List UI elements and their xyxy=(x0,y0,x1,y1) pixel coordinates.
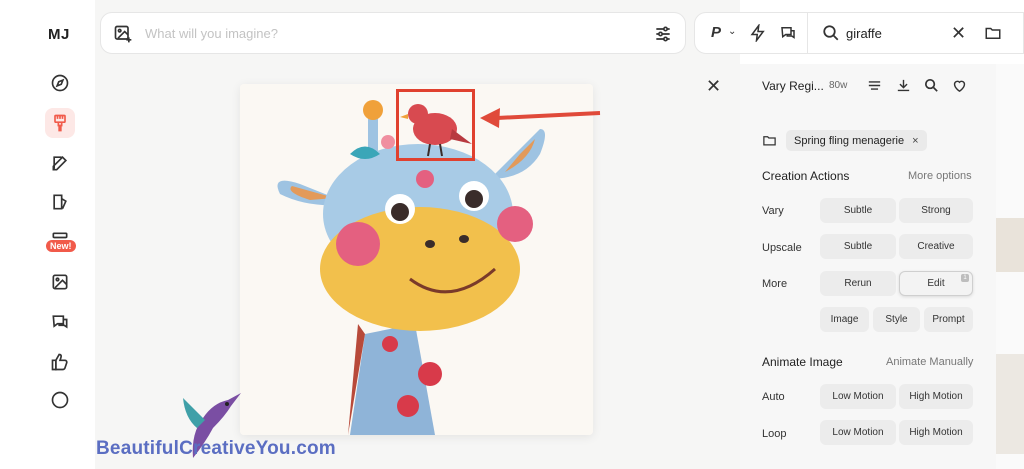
watermark-text: BeautifulCreativeYou.com xyxy=(96,438,336,459)
download-icon[interactable] xyxy=(895,77,912,94)
auto-high-motion-button[interactable]: High Motion xyxy=(899,384,973,409)
clear-search-icon[interactable]: ✕ xyxy=(951,23,966,44)
image-icon[interactable] xyxy=(48,270,72,294)
edit-icon[interactable] xyxy=(48,151,72,175)
upscale-subtle-button[interactable]: Subtle xyxy=(820,234,896,259)
search-similar-icon[interactable] xyxy=(923,77,940,94)
animate-manually-link[interactable]: Animate Manually xyxy=(886,356,973,368)
search-query-text[interactable]: giraffe xyxy=(846,26,882,41)
more-options-link[interactable]: More options xyxy=(908,170,972,182)
auto-low-motion-button[interactable]: Low Motion xyxy=(820,384,896,409)
vary-subtle-button[interactable]: Subtle xyxy=(820,198,896,223)
vary-label: Vary xyxy=(762,205,784,217)
upscale-creative-button[interactable]: Creative xyxy=(899,234,973,259)
auto-label: Auto xyxy=(762,391,785,403)
edit-button[interactable]: Edit 1 xyxy=(899,271,973,296)
rate-icon[interactable] xyxy=(48,350,72,374)
chat-icon[interactable] xyxy=(48,310,72,334)
edit-count-badge: 1 xyxy=(961,274,969,282)
folder-chip-label: Spring fling menagerie xyxy=(794,134,905,147)
edit-button-label: Edit xyxy=(927,278,945,289)
chat-mode-icon[interactable] xyxy=(779,24,797,42)
heart-icon[interactable] xyxy=(951,77,968,94)
thumbnail[interactable] xyxy=(996,354,1024,454)
loop-label: Loop xyxy=(762,428,787,440)
thumbnail[interactable] xyxy=(996,218,1024,272)
folder-chip[interactable]: Spring fling menagerie × xyxy=(786,130,927,151)
search-query-field[interactable]: giraffe ✕ xyxy=(808,12,1024,54)
mode-selector[interactable]: P ⌄ xyxy=(694,12,808,54)
creation-actions-heading: Creation Actions xyxy=(762,169,850,183)
speed-bolt-icon[interactable] xyxy=(749,24,767,42)
more-label: More xyxy=(762,278,788,290)
thumbnail-strip xyxy=(996,64,1024,469)
settings-sliders-icon[interactable] xyxy=(653,24,673,44)
loop-low-motion-button[interactable]: Low Motion xyxy=(820,420,896,445)
use-image-button[interactable]: Image xyxy=(820,307,869,332)
folder-icon[interactable] xyxy=(984,24,1002,42)
loop-high-motion-button[interactable]: High Motion xyxy=(899,420,973,445)
app-logo[interactable]: MJ xyxy=(48,26,70,43)
rerun-button[interactable]: Rerun xyxy=(820,271,896,296)
remove-folder-icon[interactable]: × xyxy=(912,135,918,147)
folder-icon xyxy=(763,136,776,146)
add-image-icon[interactable] xyxy=(113,24,133,44)
aspect-label: 80w xyxy=(829,80,848,91)
close-viewer-icon[interactable]: ✕ xyxy=(706,76,721,97)
annotation-arrow-left xyxy=(480,108,601,128)
use-style-button[interactable]: Style xyxy=(873,307,920,332)
highlight-box xyxy=(396,89,475,161)
prompt-placeholder[interactable]: What will you imagine? xyxy=(145,26,278,41)
organize-icon[interactable] xyxy=(48,190,72,214)
menu-lines-icon[interactable] xyxy=(866,77,883,94)
explore-icon[interactable] xyxy=(48,71,72,95)
animate-image-heading: Animate Image xyxy=(762,355,843,369)
search-icon xyxy=(823,25,839,41)
new-badge: New! xyxy=(46,240,76,252)
use-prompt-button[interactable]: Prompt xyxy=(924,307,973,332)
upscale-label: Upscale xyxy=(762,242,802,254)
chevron-down-icon[interactable]: ⌄ xyxy=(728,26,736,37)
personalize-label[interactable]: P xyxy=(711,24,721,41)
vary-strong-button[interactable]: Strong xyxy=(899,198,973,223)
job-title: Vary Regi... xyxy=(762,79,824,93)
create-icon[interactable] xyxy=(45,108,75,138)
prompt-bar[interactable]: What will you imagine? xyxy=(100,12,686,54)
